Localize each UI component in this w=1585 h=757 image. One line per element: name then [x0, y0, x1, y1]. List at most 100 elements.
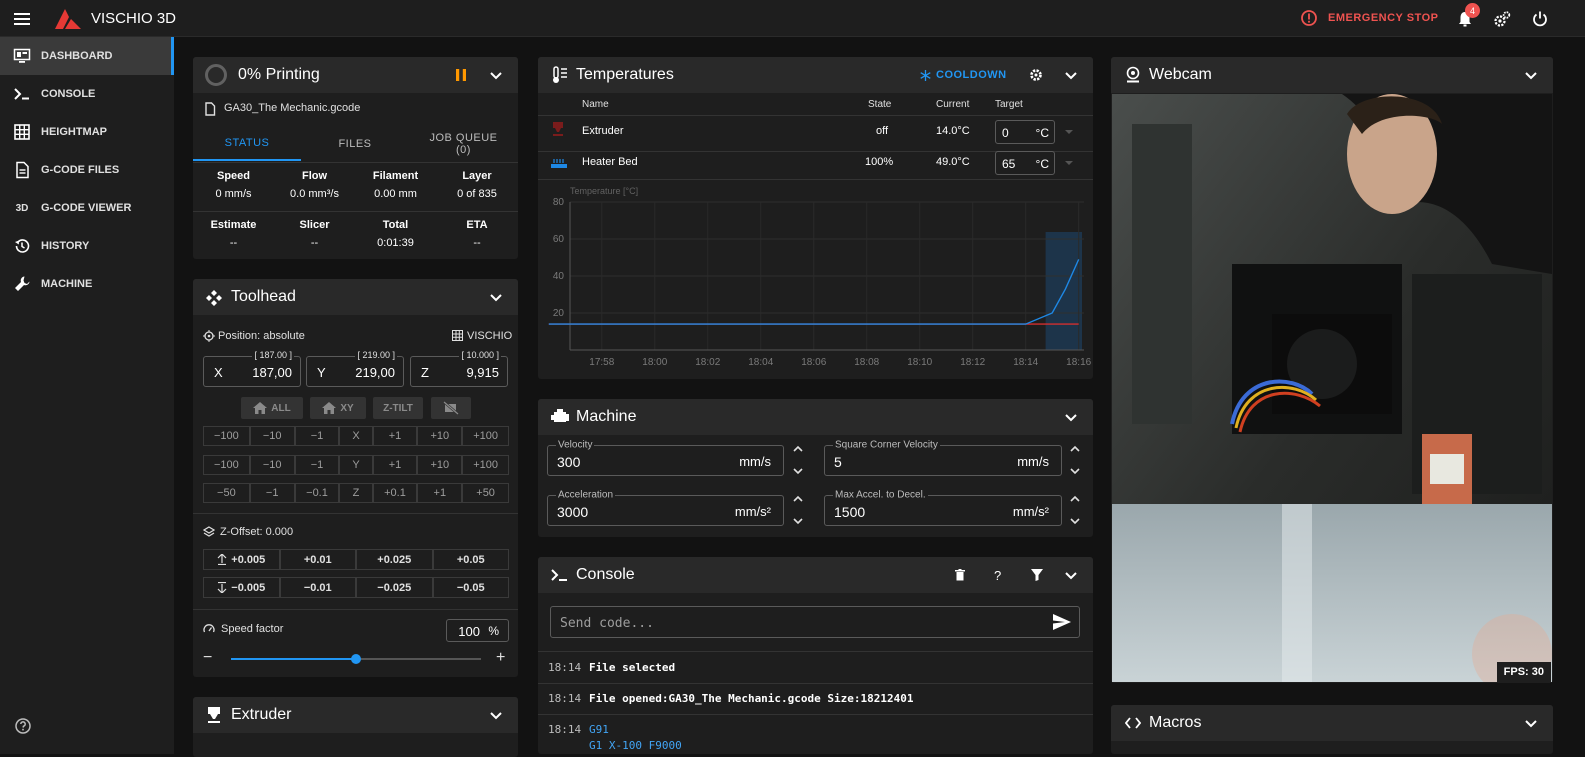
jog-x-minus1[interactable]: −1 [294, 426, 340, 446]
acceleration-field[interactable]: Acceleration 3000 mm/s² [547, 489, 784, 526]
zoffset-up-0025[interactable]: +0.025 [356, 549, 433, 570]
stat-value: -- [310, 237, 319, 249]
speed-decrease-button[interactable]: − [203, 649, 212, 667]
chevron-down-icon[interactable] [488, 289, 504, 305]
field-value: 3000 [557, 504, 589, 520]
chevron-down-icon[interactable] [1063, 567, 1079, 583]
zoffset-down-001[interactable]: −0.01 [279, 577, 356, 598]
console-input[interactable]: Send code... [550, 606, 1080, 638]
jog-x-minus100[interactable]: −100 [203, 426, 250, 446]
cog-icon[interactable] [1029, 68, 1043, 82]
power-icon[interactable] [1531, 10, 1549, 28]
stat-label: Flow [301, 170, 328, 182]
tab-files[interactable]: FILES [301, 127, 409, 161]
chevron-down-icon[interactable] [1068, 514, 1082, 528]
extruder-heater-icon [551, 122, 565, 136]
field-unit: mm/s [1017, 454, 1049, 469]
max-accel-to-decel-field[interactable]: Max Accel. to Decel. 1500 mm/s² [824, 489, 1062, 526]
jog-z-minus01[interactable]: −0.1 [294, 483, 340, 503]
console-text: G91 [589, 723, 609, 736]
jog-y-plus1[interactable]: +1 [372, 455, 418, 475]
help-circle-icon[interactable] [14, 717, 32, 735]
zoffset-up-005[interactable]: +0.05 [432, 549, 509, 570]
velocity-stepper [791, 442, 805, 480]
progress-ring [205, 64, 227, 86]
chevron-down-icon[interactable] [1523, 67, 1539, 83]
velocity-field[interactable]: Velocity 300 mm/s [547, 439, 784, 476]
zoffset-up-0005[interactable]: +0.005 [203, 549, 280, 570]
chevron-up-icon[interactable] [1068, 492, 1082, 506]
z-position-field[interactable]: [ 10.000 ] Z 9,915 [410, 350, 508, 387]
jog-z-minus50[interactable]: −50 [203, 483, 250, 503]
help-button[interactable]: ? [994, 568, 1001, 583]
zoffset-down-0025[interactable]: −0.025 [356, 577, 433, 598]
nav-machine[interactable]: MACHINE [0, 265, 174, 303]
filter-icon[interactable] [1031, 569, 1043, 581]
speed-slider-thumb[interactable] [351, 654, 361, 664]
chevron-down-icon[interactable] [1068, 464, 1082, 478]
bed-target-input[interactable]: 65 °C [995, 151, 1055, 175]
jog-x-minus10[interactable]: −10 [249, 426, 295, 446]
jog-y-plus100[interactable]: +100 [462, 455, 509, 475]
divider [538, 115, 1093, 116]
send-icon[interactable] [1053, 614, 1071, 630]
chevron-down-icon[interactable] [1063, 409, 1079, 425]
nav-history[interactable]: HISTORY [0, 227, 174, 265]
nav-heightmap[interactable]: HEIGHTMAP [0, 113, 174, 151]
pause-icon[interactable] [454, 68, 468, 82]
chevron-up-icon[interactable] [1068, 442, 1082, 456]
chevron-down-icon[interactable] [1063, 67, 1079, 83]
zoffset-up-001[interactable]: +0.01 [279, 549, 356, 570]
jog-z-plus1[interactable]: +1 [417, 483, 463, 503]
emergency-stop-button[interactable]: EMERGENCY STOP [1300, 9, 1439, 27]
x-position-field[interactable]: [ 187.00 ] X 187,00 [203, 350, 301, 387]
extruder-target-input[interactable]: 0 °C [995, 120, 1055, 144]
nav-dashboard[interactable]: DASHBOARD [0, 37, 174, 75]
zoffset-down-0005[interactable]: −0.005 [203, 577, 280, 598]
speed-slider-track[interactable] [231, 654, 481, 664]
trash-icon[interactable] [954, 569, 966, 581]
home-xy-button[interactable]: XY [310, 397, 366, 419]
tab-status[interactable]: STATUS [193, 127, 301, 161]
jog-x-plus100[interactable]: +100 [462, 426, 509, 446]
jog-z-minus1[interactable]: −1 [249, 483, 295, 503]
jog-z-plus50[interactable]: +50 [462, 483, 509, 503]
engine-icon [550, 409, 570, 425]
jog-y-minus1[interactable]: −1 [294, 455, 340, 475]
settings-cogs-icon[interactable] [1493, 10, 1511, 28]
jog-x-plus10[interactable]: +10 [417, 426, 463, 446]
jog-x-plus1[interactable]: +1 [372, 426, 418, 446]
home-all-label: ALL [271, 402, 291, 414]
chevron-down-icon[interactable] [791, 464, 805, 478]
home-all-button[interactable]: ALL [241, 397, 303, 419]
nav-gcode-files[interactable]: G-CODE FILES [0, 151, 174, 189]
jog-y-minus100[interactable]: −100 [203, 455, 250, 475]
chart-xtick-label: 18:14 [1013, 357, 1038, 368]
square-corner-velocity-field[interactable]: Square Corner Velocity 5 mm/s [824, 439, 1062, 476]
scv-stepper [1068, 442, 1082, 480]
chevron-up-icon[interactable] [791, 442, 805, 456]
cooldown-button[interactable]: COOLDOWN [920, 69, 1007, 81]
speed-factor-input[interactable]: 100 % [446, 619, 509, 642]
nav-console[interactable]: CONSOLE [0, 75, 174, 113]
menu-down-icon[interactable] [1064, 128, 1074, 136]
zoffset-down-005[interactable]: −0.05 [432, 577, 509, 598]
chevron-down-icon[interactable] [488, 67, 504, 83]
chevron-up-icon[interactable] [791, 492, 805, 506]
motors-off-button[interactable] [431, 397, 471, 419]
menu-down-icon[interactable] [1064, 159, 1074, 167]
chevron-down-icon[interactable] [488, 707, 504, 723]
y-position-field[interactable]: [ 219.00 ] Y 219,00 [306, 350, 404, 387]
jog-z-plus01[interactable]: +0.1 [372, 483, 418, 503]
z-tilt-button[interactable]: Z-TILT [373, 397, 423, 419]
webcam-title: Webcam [1149, 66, 1212, 83]
chevron-down-icon[interactable] [1523, 715, 1539, 731]
menu-icon[interactable] [13, 10, 31, 28]
chevron-down-icon[interactable] [791, 514, 805, 528]
jog-y-plus10[interactable]: +10 [417, 455, 463, 475]
tab-job-queue[interactable]: JOB QUEUE (0) [409, 127, 518, 161]
nav-gcode-viewer[interactable]: 3D G-CODE VIEWER [0, 189, 174, 227]
jog-y-minus10[interactable]: −10 [249, 455, 295, 475]
field-unit: mm/s² [734, 504, 771, 519]
speed-increase-button[interactable]: + [496, 649, 505, 667]
